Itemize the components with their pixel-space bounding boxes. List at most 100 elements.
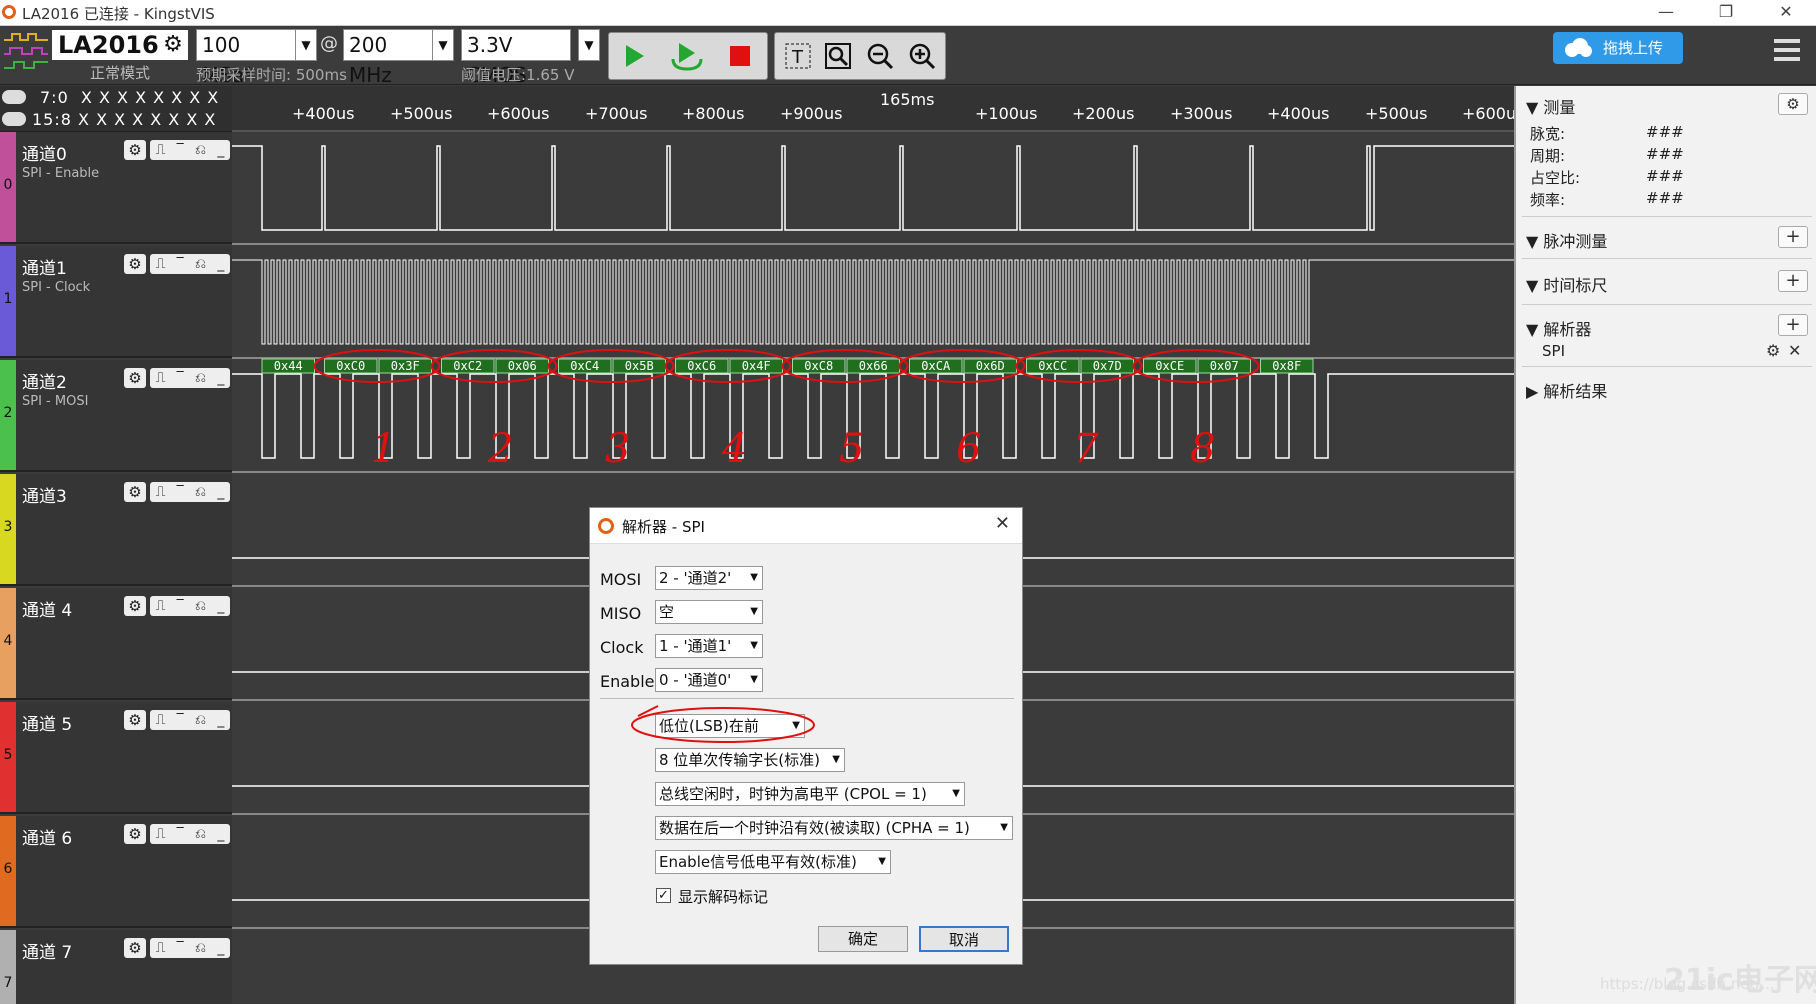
- falling-edge-icon[interactable]: ⎌: [195, 370, 206, 386]
- text-tool-button[interactable]: T: [781, 39, 815, 73]
- channel-settings-icon[interactable]: ⚙: [124, 824, 146, 844]
- channel-settings-icon[interactable]: ⚙: [124, 596, 146, 616]
- channel-row[interactable]: 6 通道 6 ⚙ ⎍ ‾ ⎌ _: [0, 816, 232, 928]
- high-level-icon[interactable]: ‾: [177, 370, 184, 386]
- rising-edge-icon[interactable]: ⎍: [156, 712, 166, 728]
- channel-name[interactable]: 通道 5: [22, 710, 72, 735]
- zoom-in-button[interactable]: [905, 39, 939, 73]
- measure-settings-icon[interactable]: ⚙: [1778, 93, 1808, 115]
- high-level-icon[interactable]: ‾: [177, 712, 184, 728]
- word-size-select[interactable]: 8 位单次传输字长(标准) ▼: [655, 748, 845, 772]
- miso-select[interactable]: 空 ▼: [655, 600, 763, 624]
- add-analyzer-button[interactable]: +: [1778, 314, 1808, 336]
- falling-edge-icon[interactable]: ⎌: [195, 826, 206, 842]
- channel-name[interactable]: 通道0: [22, 140, 67, 165]
- mosi-select[interactable]: 2 - '通道2' ▼: [655, 566, 763, 590]
- falling-edge-icon[interactable]: ⎌: [195, 256, 206, 272]
- trigger-buttons[interactable]: ⎍ ‾ ⎌ _: [150, 824, 230, 844]
- cancel-button[interactable]: 取消: [919, 926, 1009, 952]
- sample-rate-arrow-icon[interactable]: ▼: [432, 29, 454, 61]
- channel-row[interactable]: 5 通道 5 ⚙ ⎍ ‾ ⎌ _: [0, 702, 232, 814]
- rising-edge-icon[interactable]: ⎍: [156, 484, 166, 500]
- trigger-buttons[interactable]: ⎍ ‾ ⎌ _: [150, 254, 230, 274]
- high-level-icon[interactable]: ‾: [177, 142, 184, 158]
- low-level-icon[interactable]: _: [217, 712, 224, 728]
- upload-button[interactable]: 拖拽上传: [1553, 32, 1683, 64]
- toggle-7-0[interactable]: [2, 90, 26, 104]
- channel-row[interactable]: 1 通道1 SPI - Clock ⚙ ⎍ ‾ ⎌ _: [0, 246, 232, 358]
- channel-name[interactable]: 通道 4: [22, 596, 72, 621]
- channel-name[interactable]: 通道3: [22, 482, 67, 507]
- time-ruler-header[interactable]: ▼ 时间标尺: [1526, 272, 1607, 296]
- falling-edge-icon[interactable]: ⎌: [195, 940, 206, 956]
- repeat-start-button[interactable]: [669, 39, 703, 73]
- add-time-ruler-button[interactable]: +: [1778, 270, 1808, 292]
- device-settings-icon[interactable]: ⚙: [160, 32, 186, 58]
- analyzer-settings-icon[interactable]: ⚙: [1766, 341, 1780, 360]
- channel-row[interactable]: 4 通道 4 ⚙ ⎍ ‾ ⎌ _: [0, 588, 232, 700]
- channel-name[interactable]: 通道 6: [22, 824, 72, 849]
- low-level-icon[interactable]: _: [217, 256, 224, 272]
- channel-settings-icon[interactable]: ⚙: [124, 938, 146, 958]
- analyzer-header[interactable]: ▼ 解析器: [1526, 316, 1591, 340]
- minimize-button[interactable]: —: [1636, 0, 1696, 26]
- restore-button[interactable]: ❐: [1696, 0, 1756, 26]
- measure-section-header[interactable]: ▼ 测量: [1526, 94, 1575, 118]
- channel-name[interactable]: 通道2: [22, 368, 67, 393]
- low-level-icon[interactable]: _: [217, 484, 224, 500]
- add-pulse-measure-button[interactable]: +: [1778, 226, 1808, 248]
- high-level-icon[interactable]: ‾: [177, 484, 184, 500]
- trigger-buttons[interactable]: ⎍ ‾ ⎌ _: [150, 140, 230, 160]
- channel-settings-icon[interactable]: ⚙: [124, 254, 146, 274]
- channel-name[interactable]: 通道 7: [22, 938, 72, 963]
- pulse-measure-header[interactable]: ▼ 脉冲测量: [1526, 228, 1607, 252]
- stop-button[interactable]: [723, 39, 757, 73]
- rising-edge-icon[interactable]: ⎍: [156, 940, 166, 956]
- rising-edge-icon[interactable]: ⎍: [156, 826, 166, 842]
- channel-row[interactable]: 0 通道0 SPI - Enable ⚙ ⎍ ‾ ⎌ _: [0, 132, 232, 244]
- close-window-button[interactable]: ✕: [1756, 0, 1816, 26]
- low-level-icon[interactable]: _: [217, 940, 224, 956]
- voltage-select[interactable]: 3.3V CMOS: [461, 29, 571, 87]
- menu-icon[interactable]: [1774, 39, 1800, 65]
- zoom-out-button[interactable]: [863, 39, 897, 73]
- high-level-icon[interactable]: ‾: [177, 256, 184, 272]
- channel-settings-icon[interactable]: ⚙: [124, 482, 146, 502]
- trigger-buttons[interactable]: ⎍ ‾ ⎌ _: [150, 482, 230, 502]
- falling-edge-icon[interactable]: ⎌: [195, 142, 206, 158]
- cpol-select[interactable]: 总线空闲时，时钟为高电平 (CPOL = 1) ▼: [655, 782, 965, 806]
- sample-rate-select[interactable]: 200 MHz: [343, 29, 433, 87]
- sample-count-select[interactable]: 100 MSa*: [196, 29, 296, 87]
- analyzer-item-spi[interactable]: SPI: [1542, 342, 1565, 360]
- low-level-icon[interactable]: _: [217, 370, 224, 386]
- rising-edge-icon[interactable]: ⎍: [156, 142, 166, 158]
- analyzer-remove-icon[interactable]: ✕: [1788, 341, 1801, 360]
- rising-edge-icon[interactable]: ⎍: [156, 370, 166, 386]
- trigger-buttons[interactable]: ⎍ ‾ ⎌ _: [150, 368, 230, 388]
- low-level-icon[interactable]: _: [217, 826, 224, 842]
- low-level-icon[interactable]: _: [217, 598, 224, 614]
- clock-select[interactable]: 1 - '通道1' ▼: [655, 634, 763, 658]
- rising-edge-icon[interactable]: ⎍: [156, 598, 166, 614]
- channel-row[interactable]: 7 通道 7 ⚙ ⎍ ‾ ⎌ _: [0, 930, 232, 1004]
- ok-button[interactable]: 确定: [818, 926, 908, 952]
- time-ruler[interactable]: 165ms +400us +500us +600us +700us +800us…: [232, 86, 1514, 132]
- falling-edge-icon[interactable]: ⎌: [195, 712, 206, 728]
- enable-select[interactable]: 0 - '通道0' ▼: [655, 668, 763, 692]
- high-level-icon[interactable]: ‾: [177, 598, 184, 614]
- enable-polarity-select[interactable]: Enable信号低电平有效(标准) ▼: [655, 850, 891, 874]
- channel-settings-icon[interactable]: ⚙: [124, 710, 146, 730]
- channel-settings-icon[interactable]: ⚙: [124, 140, 146, 160]
- falling-edge-icon[interactable]: ⎌: [195, 484, 206, 500]
- voltage-arrow-icon[interactable]: ▼: [578, 29, 600, 61]
- start-button[interactable]: [617, 39, 651, 73]
- low-level-icon[interactable]: _: [217, 142, 224, 158]
- trigger-buttons[interactable]: ⎍ ‾ ⎌ _: [150, 596, 230, 616]
- zoom-fit-button[interactable]: [821, 39, 855, 73]
- high-level-icon[interactable]: ‾: [177, 826, 184, 842]
- cpha-select[interactable]: 数据在后一个时钟沿有效(被读取) (CPHA = 1) ▼: [655, 816, 1013, 840]
- channel-row[interactable]: 2 通道2 SPI - MOSI ⚙ ⎍ ‾ ⎌ _: [0, 360, 232, 472]
- trigger-buttons[interactable]: ⎍ ‾ ⎌ _: [150, 938, 230, 958]
- trigger-buttons[interactable]: ⎍ ‾ ⎌ _: [150, 710, 230, 730]
- rising-edge-icon[interactable]: ⎍: [156, 256, 166, 272]
